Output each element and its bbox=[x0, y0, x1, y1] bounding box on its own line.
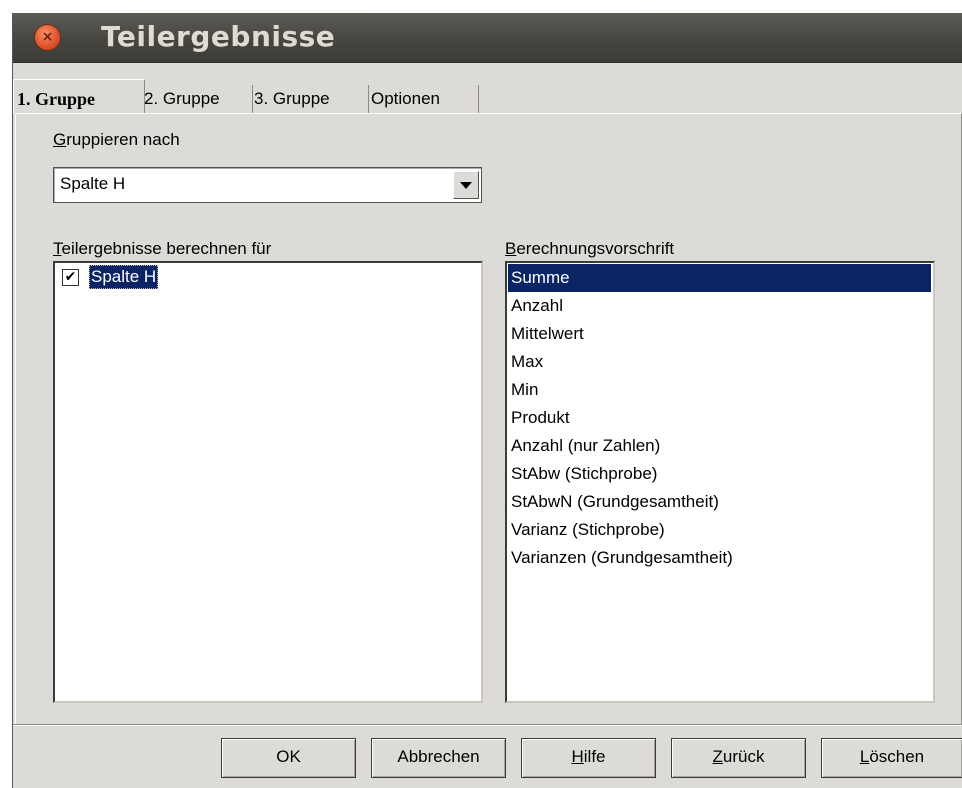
checkbox[interactable]: ✔ bbox=[62, 269, 79, 286]
cancel-button[interactable]: Abbrechen bbox=[371, 738, 506, 778]
calc-for-label: Teilergebnisse berechnen für bbox=[53, 239, 272, 258]
function-item[interactable]: Summe bbox=[508, 264, 931, 292]
function-list[interactable]: Summe Anzahl Mittelwert Max Min Produkt Anzahl… bbox=[505, 261, 935, 703]
tab-group-3[interactable]: 3. Gruppe bbox=[251, 85, 369, 113]
function-item[interactable]: Mittelwert bbox=[508, 320, 931, 348]
ok-button[interactable]: OK bbox=[221, 738, 356, 778]
check-icon: ✔ bbox=[64, 269, 77, 285]
function-item[interactable]: Varianzen (Grundgesamtheit) bbox=[508, 544, 931, 572]
function-item[interactable]: Anzahl bbox=[508, 292, 931, 320]
tab-bar: 1. Gruppe 2. Gruppe 3. Gruppe Optionen bbox=[13, 79, 493, 114]
dropdown-button[interactable] bbox=[453, 171, 479, 199]
tab-group-1[interactable]: 1. Gruppe bbox=[13, 79, 145, 114]
group-by-value: Spalte H bbox=[60, 174, 126, 193]
function-item[interactable]: StAbwN (Grundgesamtheit) bbox=[508, 488, 931, 516]
tab-options[interactable]: Optionen bbox=[368, 85, 479, 113]
delete-button[interactable]: Löschen bbox=[821, 738, 962, 778]
chevron-down-icon bbox=[460, 182, 472, 189]
help-button[interactable]: Hilfe bbox=[521, 738, 656, 778]
function-item[interactable]: StAbw (Stichprobe) bbox=[508, 460, 931, 488]
function-item[interactable]: Anzahl (nur Zahlen) bbox=[508, 432, 931, 460]
function-item[interactable]: Produkt bbox=[508, 404, 931, 432]
group-by-select[interactable]: Spalte H bbox=[53, 167, 482, 203]
functions-label: Berechnungsvorschrift bbox=[505, 239, 675, 258]
function-item[interactable]: Varianz (Stichprobe) bbox=[508, 516, 931, 544]
tab-group-2[interactable]: 2. Gruppe bbox=[141, 85, 253, 113]
group-by-label: Gruppieren nach bbox=[53, 130, 180, 149]
calc-for-list[interactable]: ✔ Spalte H bbox=[53, 261, 483, 703]
close-icon: × bbox=[41, 29, 54, 45]
back-button[interactable]: Zurück bbox=[671, 738, 806, 778]
window-title: Teilergebnisse bbox=[101, 20, 336, 53]
close-button[interactable]: × bbox=[35, 25, 60, 50]
title-bar[interactable]: × Teilergebnisse bbox=[13, 13, 962, 63]
column-label[interactable]: Spalte H bbox=[89, 265, 159, 289]
function-item[interactable]: Min bbox=[508, 376, 931, 404]
function-item[interactable]: Max bbox=[508, 348, 931, 376]
subtotals-dialog: × Teilergebnisse 1. Gruppe 2. Gruppe 3. … bbox=[12, 13, 962, 788]
